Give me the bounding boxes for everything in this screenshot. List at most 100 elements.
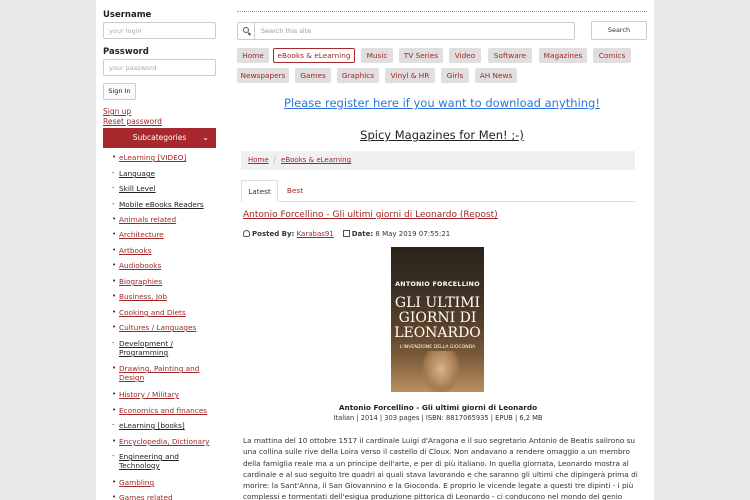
category-item: Animals related [112,215,212,224]
username-label: Username [103,10,152,20]
category-item: History / Military [112,390,212,399]
user-icon [243,230,250,237]
search-input[interactable]: Search this site [261,27,311,35]
post-description: La mattina del 10 ottobre 1517 il cardin… [243,436,638,500]
category-item: Gambling [112,478,212,487]
nav-tag-ebooks[interactable]: eBooks & eLearning [273,48,355,63]
password-field[interactable]: your password [103,59,216,76]
nav-tag-music[interactable]: Music [361,48,393,63]
nav-tag-tv-series[interactable]: TV Series [399,48,443,63]
category-link[interactable]: Cooking and Diets [119,308,186,317]
category-link[interactable]: Mobile eBooks Readers [119,200,204,209]
category-link[interactable]: Gambling [119,478,154,487]
category-item: Language [112,169,212,178]
category-link[interactable]: Games related [119,493,173,500]
nav-tag-video[interactable]: Video [449,48,481,63]
category-link[interactable]: Language [119,169,155,178]
breadcrumb-home[interactable]: Home [248,156,269,164]
category-item: Development / Programming [112,339,212,357]
search-button[interactable]: Search [591,21,647,40]
cover-portrait [421,351,461,392]
book-title: Antonio Forcellino - Gli ultimi giorni d… [338,403,538,412]
cover-title-line: GLI ULTIMI [394,295,481,311]
category-link[interactable]: Development / Programming [119,339,173,357]
category-link[interactable]: Animals related [119,215,176,224]
post-author-link[interactable]: Karabas91 [297,230,334,238]
category-link[interactable]: Artbooks [119,246,151,255]
category-item: Biographies [112,277,212,286]
category-item: Mobile eBooks Readers [112,200,212,209]
username-field[interactable]: your login [103,22,216,39]
nav-tag-home[interactable]: Home [237,48,269,63]
page: Username your login Password your passwo… [96,0,654,500]
category-link[interactable]: History / Military [119,390,179,399]
nav-tag-games[interactable]: Games [295,68,331,83]
password-label: Password [103,47,149,57]
divider [237,11,647,12]
category-link[interactable]: eLearning [VIDEO] [119,153,186,162]
category-link[interactable]: Architecture [119,230,164,239]
sidebar: Username your login Password your passwo… [96,0,220,500]
post-tabs: Latest Best [241,180,635,202]
nav-tag-vinyl-hr[interactable]: Vinyl & HR [385,68,435,83]
nav-tag-magazines[interactable]: Magazines [539,48,587,63]
book-info: Italian | 2014 | 303 pages | ISBN: 88170… [333,414,543,422]
cover-title-line: LEONARDO [394,325,481,341]
spicy-magazines-link[interactable]: Spicy Magazines for Men! ;-) [237,128,647,142]
category-link[interactable]: Skill Level [119,184,156,193]
category-item: Business, Job [112,292,212,301]
subcategories-toggle[interactable]: Subcategories ⌄ [103,128,216,148]
category-item: Architecture [112,230,212,239]
category-item: Encyclopedia, Dictionary [112,437,212,446]
sign-up-link[interactable]: Sign up [103,107,131,116]
nav-tag-graphics[interactable]: Graphics [337,68,379,83]
subcategories-label: Subcategories [132,133,187,142]
cover-subtitle: L'INVENZIONE DELLA GIOCONDA [399,345,476,350]
category-item: eLearning [VIDEO] [112,153,212,162]
category-link[interactable]: Biographies [119,277,162,286]
category-item: Economics and finances [112,406,212,415]
register-banner-link[interactable]: Please register here if you want to down… [237,96,647,110]
category-link[interactable]: Engineering and Technology [119,452,179,470]
nav-tag-software[interactable]: Software [488,48,532,63]
category-link[interactable]: Encyclopedia, Dictionary [119,437,209,446]
post-title-link[interactable]: Antonio Forcellino - Gli ultimi giorni d… [243,210,498,220]
sign-in-button[interactable]: Sign In [103,83,136,100]
category-item: Cultures / Languages [112,323,212,332]
calendar-icon [342,230,350,237]
reset-password-link[interactable]: Reset password [103,117,162,126]
search-icon [238,23,255,39]
category-link[interactable]: Drawing, Painting and Design [119,364,199,382]
cover-author: ANTONIO FORCELLINO [395,281,480,288]
nav-tag-ah-news[interactable]: AH News [475,68,517,83]
breadcrumb: Home / eBooks & eLearning [241,151,635,170]
posted-by-label: Posted By: [252,230,295,238]
category-link[interactable]: eLearning [books] [119,421,185,430]
category-link[interactable]: Business, Job [119,292,167,301]
category-item: Cooking and Diets [112,308,212,317]
chevron-down-icon: ⌄ [202,133,209,142]
cover-title-line: GIORNI DI [398,310,477,326]
nav-tag-newspapers[interactable]: Newspapers [237,68,289,83]
main-content: Search this site Search Home eBooks & eL… [237,0,654,500]
breadcrumb-ebooks[interactable]: eBooks & eLearning [281,156,351,164]
category-item: Skill Level [112,184,212,193]
nav-tag-girls[interactable]: Girls [441,68,469,83]
category-link[interactable]: Audiobooks [119,261,161,270]
book-cover-image: ANTONIO FORCELLINO GLI ULTIMI GIORNI DI … [391,247,484,392]
category-link[interactable]: Cultures / Languages [119,323,196,332]
breadcrumb-separator: / [273,156,277,164]
search-bar: Search this site [237,22,575,40]
tab-latest[interactable]: Latest [241,180,278,202]
category-item: eLearning [books] [112,421,212,430]
category-item: Audiobooks [112,261,212,270]
category-item: Engineering and Technology [112,452,212,470]
post-meta: Posted By: Karabas91 Date: 8 May 2019 07… [243,230,450,238]
category-link[interactable]: Economics and finances [119,406,207,415]
category-item: Artbooks [112,246,212,255]
post-date: 8 May 2019 07:55:21 [375,230,451,238]
nav-tag-comics[interactable]: Comics [593,48,631,63]
date-label: Date: [351,230,374,238]
tab-best[interactable]: Best [279,180,311,202]
category-item: Games related [112,493,212,500]
